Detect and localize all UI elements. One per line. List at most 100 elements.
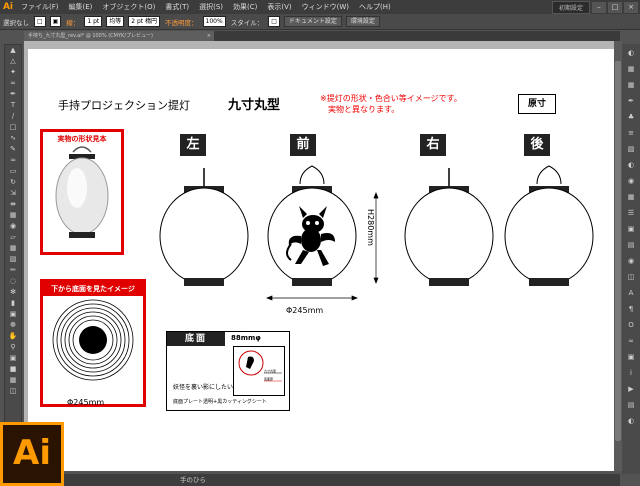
tab-close-icon[interactable]: × (207, 31, 211, 41)
shape-builder-icon[interactable]: ◉ (5, 221, 21, 232)
color-mode-icon[interactable]: ■ (5, 364, 21, 375)
menu-help[interactable]: ヘルプ(H) (354, 2, 396, 12)
pen-tool-icon[interactable]: ✒ (5, 89, 21, 100)
rotate-icon[interactable]: ↻ (5, 177, 21, 188)
info-icon[interactable]: i (623, 366, 639, 380)
navigator-icon[interactable]: ▣ (623, 350, 639, 364)
stroke-panel-icon[interactable]: ≡ (623, 126, 639, 140)
design-title: 手持プロジェクション提灯 (58, 99, 190, 112)
selection-tool-icon[interactable]: ▲ (5, 45, 21, 56)
menu-edit[interactable]: 編集(E) (64, 2, 98, 12)
view-label-right: 右 (420, 134, 446, 156)
magic-wand-icon[interactable]: ✦ (5, 67, 21, 78)
free-transform-icon[interactable]: ▦ (5, 210, 21, 221)
layers-icon[interactable]: ☰ (623, 206, 639, 220)
bottom-plate-panel: 底面 88mmφ 九寸丸型 底面部 妖怪を裏い影にしたい 底面プレート透明+黒カ… (166, 331, 290, 411)
transform-icon[interactable]: ◫ (623, 270, 639, 284)
inset-label-2: 底面部 (264, 377, 274, 381)
style-label: スタイル： (230, 18, 264, 27)
screen-mode-icon[interactable]: ◫ (5, 386, 21, 397)
paintbrush-icon[interactable]: ∿ (5, 133, 21, 144)
brush-select[interactable]: 2 pt 楕円 (128, 16, 161, 27)
width-dimension: Φ245mm (286, 306, 324, 315)
pencil-icon[interactable]: ✎ (5, 144, 21, 155)
opacity-label[interactable]: 不透明度： (162, 17, 201, 27)
artboard[interactable]: 手持プロジェクション提灯 九寸丸型 ※提灯の形状・色合い等イメージです。 実物と… (28, 49, 614, 471)
eyedropper-icon[interactable]: ✏ (5, 265, 21, 276)
slice-tool-icon[interactable]: ❁ (5, 320, 21, 331)
actions-icon[interactable]: ▶ (623, 382, 639, 396)
lantern-model: 九寸丸型 (228, 98, 281, 113)
document-info-icon[interactable]: ▤ (623, 398, 639, 412)
document-settings-button[interactable]: ドキュメント設定 (283, 16, 342, 27)
selection-status: 選択なし (3, 18, 29, 27)
separations-icon[interactable]: ◐ (623, 414, 639, 428)
stroke-swatch[interactable]: ▣ (49, 16, 62, 27)
swatches-icon[interactable]: ▦ (623, 78, 639, 92)
column-graph-icon[interactable]: ▮ (5, 298, 21, 309)
preferences-button[interactable]: 環境設定 (345, 16, 380, 27)
menu-bar: Ai ファイル(F) 編集(E) オブジェクト(O) 書式(T) 選択(S) 効… (0, 0, 640, 14)
lasso-icon[interactable]: ∞ (5, 78, 21, 89)
align-icon[interactable]: ▤ (623, 238, 639, 252)
fill-swatch[interactable]: □ (34, 16, 46, 27)
color-guide-icon[interactable]: ▦ (623, 62, 639, 76)
draw-mode-icon[interactable]: ▦ (5, 375, 21, 386)
transparency-icon[interactable]: ◐ (623, 158, 639, 172)
direct-selection-tool-icon[interactable]: △ (5, 56, 21, 67)
minimize-button[interactable]: – (592, 1, 606, 13)
scale-badge: 原寸 (518, 94, 556, 114)
perspective-grid-icon[interactable]: ▱ (5, 232, 21, 243)
rectangle-tool-icon[interactable]: □ (5, 122, 21, 133)
stroke-label[interactable]: 線： (63, 17, 82, 27)
fill-stroke-icon[interactable]: ▣ (5, 353, 21, 364)
menu-window[interactable]: ウィンドウ(W) (297, 2, 354, 12)
symbols-icon[interactable]: ♣ (623, 110, 639, 124)
graphic-styles-icon[interactable]: ▦ (623, 190, 639, 204)
links-icon[interactable]: ∞ (623, 334, 639, 348)
type-tool-icon[interactable]: T (5, 100, 21, 111)
menu-type[interactable]: 書式(T) (160, 2, 194, 12)
view-label-left: 左 (180, 134, 206, 156)
plate-caption: 妖怪を裏い影にしたい (173, 384, 234, 391)
mesh-icon[interactable]: ▦ (5, 243, 21, 254)
workspace-switcher[interactable]: 初期設定 (551, 0, 590, 14)
paragraph-icon[interactable]: ¶ (623, 302, 639, 316)
status-tool-hint: 手のひら (180, 476, 206, 484)
opentype-icon[interactable]: O (623, 318, 639, 332)
bottom-view-header: 下から底面を見たイメージ (43, 282, 143, 296)
close-window-button[interactable]: × (624, 1, 638, 13)
stroke-weight-field[interactable]: 1 pt (84, 16, 103, 27)
eraser-icon[interactable]: ▭ (5, 166, 21, 177)
scale-icon[interactable]: ⇲ (5, 188, 21, 199)
character-icon[interactable]: A (623, 286, 639, 300)
blend-icon[interactable]: ◌ (5, 276, 21, 287)
menu-object[interactable]: オブジェクト(O) (97, 2, 160, 12)
hand-tool-icon[interactable]: ✋ (5, 331, 21, 342)
maximize-button[interactable]: □ (608, 1, 622, 13)
app-logo-icon: Ai (0, 0, 16, 14)
gradient-panel-icon[interactable]: ▧ (623, 142, 639, 156)
menu-effect[interactable]: 効果(C) (228, 2, 262, 12)
menu-select[interactable]: 選択(S) (194, 2, 228, 12)
symbol-sprayer-icon[interactable]: ✻ (5, 287, 21, 298)
plate-preview: 九寸丸型 底面部 (233, 346, 285, 396)
width-tool-icon[interactable]: ⇼ (5, 199, 21, 210)
document-tab[interactable]: 手持ち_九寸丸型_rev.ai* @ 100% (CMYK/プレビュー) × (24, 31, 214, 41)
artboards-panel-icon[interactable]: ▣ (623, 222, 639, 236)
line-tool-icon[interactable]: ∕ (5, 111, 21, 122)
pathfinder-icon[interactable]: ◉ (623, 254, 639, 268)
blob-brush-icon[interactable]: ≈ (5, 155, 21, 166)
style-swatch[interactable]: □ (268, 16, 280, 27)
brushes-icon[interactable]: ✒ (623, 94, 639, 108)
inset-label-1: 九寸丸型 (264, 369, 277, 373)
menu-file[interactable]: ファイル(F) (16, 2, 64, 12)
zoom-tool-icon[interactable]: ⚲ (5, 342, 21, 353)
appearance-icon[interactable]: ◉ (623, 174, 639, 188)
gradient-icon[interactable]: ▧ (5, 254, 21, 265)
line-style-select[interactable]: 均等 (106, 16, 125, 27)
opacity-field[interactable]: 100% (202, 16, 226, 27)
color-panel-icon[interactable]: ◐ (623, 46, 639, 60)
menu-view[interactable]: 表示(V) (262, 2, 296, 12)
artboard-tool-icon[interactable]: ▣ (5, 309, 21, 320)
